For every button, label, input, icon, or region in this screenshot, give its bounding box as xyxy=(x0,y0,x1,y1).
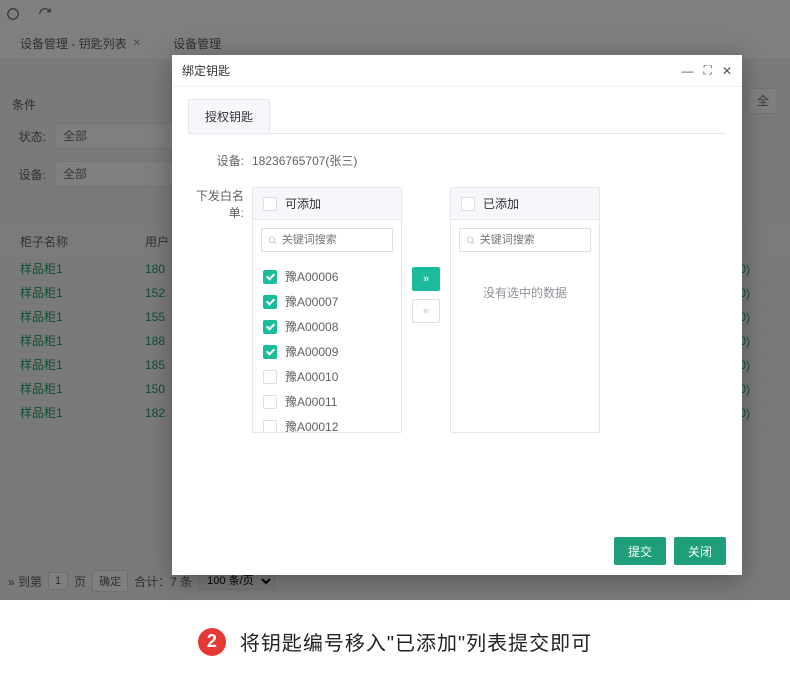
left-panel: 可添加 豫A00006豫A00007豫A00008豫A00009豫A00010豫… xyxy=(252,187,402,433)
bind-key-modal: 绑定钥匙 — ⛶ ✕ 授权钥匙 设备: 18236765707(张三) 下发白名… xyxy=(172,55,742,575)
right-panel: 已添加 没有选中的数据 xyxy=(450,187,600,433)
whitelist-label: 下发白名单: xyxy=(188,183,252,221)
left-search[interactable] xyxy=(261,228,393,252)
list-item[interactable]: 豫A00009 xyxy=(253,339,401,364)
minimize-icon[interactable]: — xyxy=(682,64,694,78)
tab-auth-key[interactable]: 授权钥匙 xyxy=(188,99,270,133)
modal-title: 绑定钥匙 xyxy=(182,62,682,79)
list-item-label: 豫A00010 xyxy=(285,368,338,385)
list-item-label: 豫A00007 xyxy=(285,293,338,310)
list-item-label: 豫A00008 xyxy=(285,318,338,335)
checkbox[interactable] xyxy=(263,270,277,284)
maximize-icon[interactable]: ⛶ xyxy=(704,63,712,78)
step-badge: 2 xyxy=(198,628,226,656)
move-right-button[interactable]: » xyxy=(412,267,440,291)
checkbox[interactable] xyxy=(263,370,277,384)
right-search-input[interactable] xyxy=(480,234,584,246)
empty-text: 没有选中的数据 xyxy=(451,264,599,321)
list-item-label: 豫A00009 xyxy=(285,343,338,360)
search-icon xyxy=(268,235,278,246)
left-title: 可添加 xyxy=(285,195,321,212)
close-icon[interactable]: ✕ xyxy=(722,64,732,78)
submit-button[interactable]: 提交 xyxy=(614,537,666,565)
instruction-text: 将钥匙编号移入"已添加"列表提交即可 xyxy=(240,627,592,656)
left-select-all[interactable] xyxy=(263,197,277,211)
right-list: 没有选中的数据 xyxy=(451,260,599,432)
list-item[interactable]: 豫A00012 xyxy=(253,414,401,432)
device-label: 设备: xyxy=(188,148,252,169)
list-item[interactable]: 豫A00006 xyxy=(253,264,401,289)
list-item-label: 豫A00012 xyxy=(285,418,338,432)
device-value: 18236765707(张三) xyxy=(252,148,726,169)
checkbox[interactable] xyxy=(263,345,277,359)
left-list[interactable]: 豫A00006 豫A00007 豫A00008 豫A00009 豫A00010 豫A000… xyxy=(253,260,401,432)
checkbox[interactable] xyxy=(263,395,277,409)
right-search[interactable] xyxy=(459,228,591,252)
list-item[interactable]: 豫A00008 xyxy=(253,314,401,339)
list-item-label: 豫A00006 xyxy=(285,268,338,285)
close-button[interactable]: 关闭 xyxy=(674,537,726,565)
checkbox[interactable] xyxy=(263,420,277,433)
list-item-label: 豫A00011 xyxy=(285,393,337,410)
right-select-all[interactable] xyxy=(461,197,475,211)
left-search-input[interactable] xyxy=(282,234,386,246)
list-item[interactable]: 豫A00010 xyxy=(253,364,401,389)
right-title: 已添加 xyxy=(483,195,519,212)
instruction: 2 将钥匙编号移入"已添加"列表提交即可 xyxy=(0,627,790,656)
list-item[interactable]: 豫A00011 xyxy=(253,389,401,414)
checkbox[interactable] xyxy=(263,295,277,309)
move-left-button[interactable]: « xyxy=(412,299,440,323)
checkbox[interactable] xyxy=(263,320,277,334)
search-icon xyxy=(466,235,476,246)
list-item[interactable]: 豫A00007 xyxy=(253,289,401,314)
